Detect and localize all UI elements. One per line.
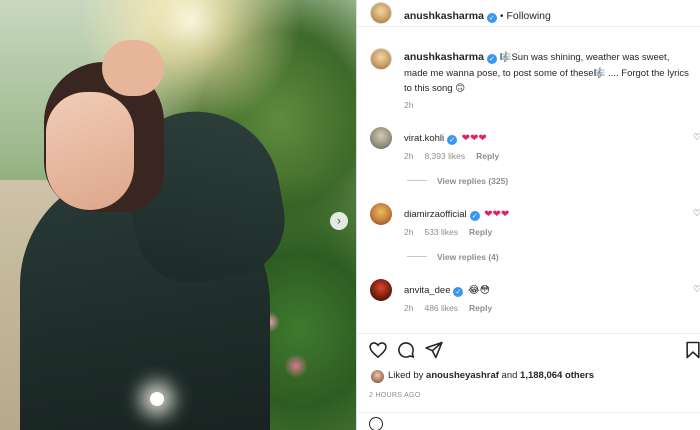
paper-plane-icon[interactable] bbox=[424, 340, 444, 360]
view-replies-button[interactable]: View replies (325) bbox=[407, 176, 508, 186]
view-replies-label: View replies (325) bbox=[437, 176, 509, 186]
commenter-avatar[interactable] bbox=[370, 127, 392, 149]
likes-count[interactable]: 1,188,064 others bbox=[520, 370, 594, 381]
likes-and: and bbox=[501, 370, 518, 381]
comment-time: 2h bbox=[404, 151, 414, 161]
reply-button[interactable]: Reply bbox=[469, 303, 492, 313]
commenter-username[interactable]: diamirzaofficial bbox=[404, 209, 467, 220]
comment-likes[interactable]: 533 likes bbox=[424, 227, 458, 237]
verified-badge-icon: ✓ bbox=[453, 287, 464, 297]
caption-time: 2h bbox=[404, 100, 414, 110]
author-username[interactable]: anushkasharma bbox=[404, 10, 484, 22]
verified-badge-icon: ✓ bbox=[447, 135, 458, 145]
liker-avatar[interactable] bbox=[371, 370, 384, 383]
comment-time: 2h bbox=[404, 303, 414, 313]
commenter-avatar[interactable] bbox=[370, 203, 392, 225]
chevron-right-icon: › bbox=[336, 214, 342, 228]
commenter-avatar[interactable] bbox=[370, 279, 392, 301]
author-avatar[interactable] bbox=[370, 2, 392, 24]
view-replies-button[interactable]: View replies (4) bbox=[407, 252, 499, 262]
photo-lens-flare bbox=[150, 392, 164, 406]
comment-likes[interactable]: 8,393 likes bbox=[424, 151, 465, 161]
verified-badge-icon: ✓ bbox=[486, 54, 497, 64]
heart-outline-icon[interactable]: ♡ bbox=[693, 209, 700, 219]
following-button[interactable]: Following bbox=[506, 10, 550, 22]
likes-summary: Liked by anousheyashraf and 1,188,064 ot… bbox=[388, 370, 594, 381]
comment-meta: 2h 486 likes Reply bbox=[404, 303, 503, 313]
caption-author-username[interactable]: anushkasharma bbox=[404, 51, 484, 63]
header-separator: • bbox=[499, 11, 504, 22]
heart-outline-icon[interactable] bbox=[368, 340, 388, 360]
comment-text: ❤❤❤ bbox=[461, 133, 487, 144]
comment-meta: 2h 533 likes Reply bbox=[404, 227, 503, 237]
divider bbox=[407, 180, 427, 181]
post-side-panel: anushkasharma ✓ • Following anushkasharma ✓ … bbox=[356, 0, 700, 430]
post-actions-bar bbox=[357, 333, 700, 363]
liker-username[interactable]: anousheyashraf bbox=[426, 370, 499, 381]
post-caption: anushkasharma ✓ 🎼Sun was shining, weather… bbox=[404, 50, 694, 97]
post-timestamp[interactable]: 2 HOURS AGO bbox=[369, 392, 421, 399]
comment-bubble-icon[interactable] bbox=[396, 340, 416, 360]
divider bbox=[407, 256, 427, 257]
emoji-picker-icon[interactable] bbox=[369, 417, 383, 430]
reply-button[interactable]: Reply bbox=[469, 227, 492, 237]
verified-badge-icon: ✓ bbox=[469, 211, 480, 221]
comment-text: 😂😳 bbox=[467, 285, 491, 296]
photo-person-hand bbox=[102, 40, 164, 96]
heart-outline-icon[interactable]: ♡ bbox=[693, 285, 700, 295]
caption-author-avatar[interactable] bbox=[370, 48, 392, 70]
reply-button[interactable]: Reply bbox=[476, 151, 499, 161]
photo-person-face bbox=[46, 92, 134, 210]
upside-down-face-emoji: 🙃 bbox=[455, 83, 466, 94]
commenter-username[interactable]: anvita_dee bbox=[404, 285, 450, 296]
music-emoji: 🎼 bbox=[593, 67, 606, 79]
bookmark-icon[interactable] bbox=[683, 340, 700, 360]
view-replies-label: View replies (4) bbox=[437, 252, 499, 262]
post-photo[interactable]: › bbox=[0, 0, 356, 430]
commenter-username[interactable]: virat.kohli bbox=[404, 133, 444, 144]
verified-badge-icon: ✓ bbox=[486, 13, 497, 23]
comment-meta: 2h 8,393 likes Reply bbox=[404, 151, 510, 161]
comment-time: 2h bbox=[404, 227, 414, 237]
music-emoji: 🎼 bbox=[499, 52, 512, 63]
add-comment-bar[interactable] bbox=[357, 412, 700, 430]
post-header: anushkasharma ✓ • Following bbox=[357, 0, 700, 27]
next-photo-button[interactable]: › bbox=[330, 212, 348, 230]
comment-text: ❤❤❤ bbox=[484, 209, 510, 220]
comment-likes[interactable]: 486 likes bbox=[424, 303, 458, 313]
heart-outline-icon[interactable]: ♡ bbox=[693, 133, 700, 143]
likes-prefix: Liked by bbox=[388, 370, 424, 381]
